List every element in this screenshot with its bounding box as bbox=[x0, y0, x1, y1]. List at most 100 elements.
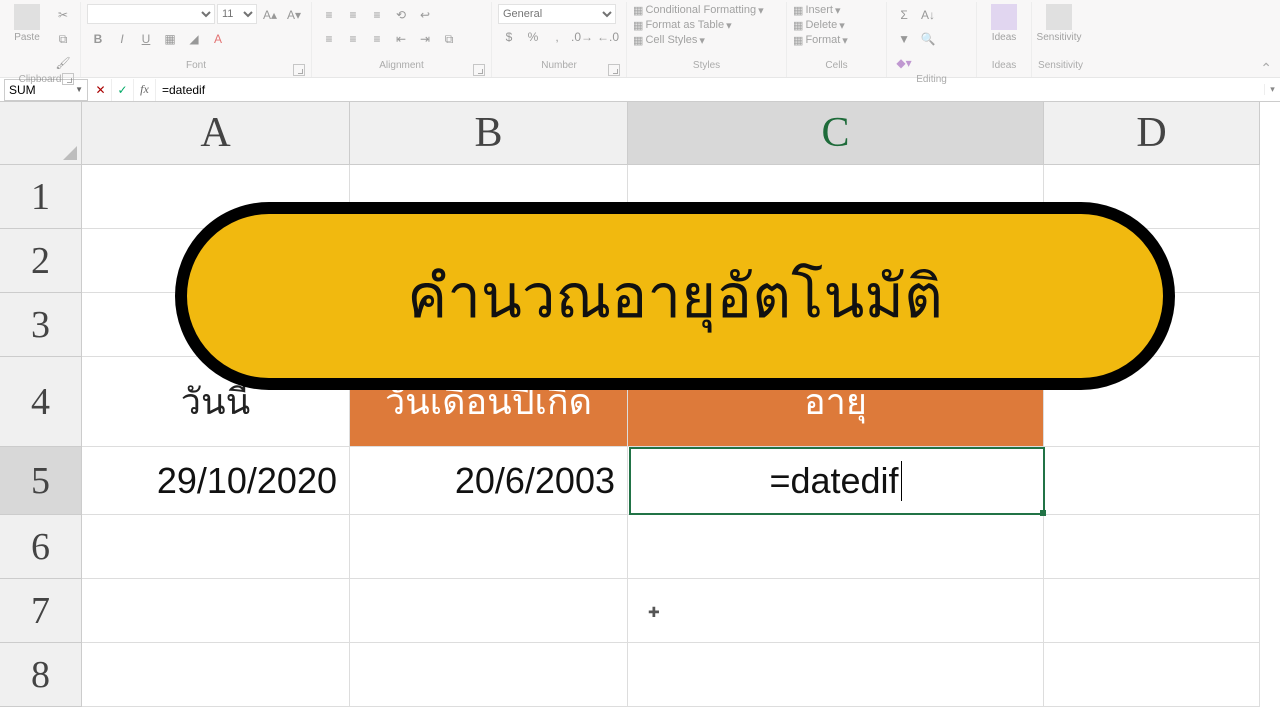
font-family-select[interactable] bbox=[87, 4, 215, 24]
clear-icon[interactable]: ◆▾ bbox=[893, 52, 915, 74]
cell-B8[interactable] bbox=[350, 643, 628, 707]
col-header-A[interactable]: A bbox=[82, 102, 350, 165]
cell-D5[interactable] bbox=[1044, 447, 1260, 515]
delete-button[interactable]: ▦ Delete ▾ bbox=[793, 19, 845, 32]
format-painter-icon[interactable]: 🖌 bbox=[52, 52, 74, 74]
dialog-launcher-icon[interactable] bbox=[608, 64, 620, 76]
cell-C8[interactable] bbox=[628, 643, 1044, 707]
cell-A7[interactable] bbox=[82, 579, 350, 643]
group-ideas: Ideas Ideas bbox=[977, 2, 1032, 77]
cell-C6[interactable] bbox=[628, 515, 1044, 579]
title-overlay-text: คำนวณอายุอัตโนมัติ bbox=[407, 249, 943, 344]
orientation-icon[interactable]: ⟲ bbox=[390, 4, 412, 26]
text-caret bbox=[901, 461, 902, 501]
cell-A8[interactable] bbox=[82, 643, 350, 707]
autosum-icon[interactable]: Σ bbox=[893, 4, 915, 26]
collapse-ribbon-icon[interactable]: ⌃ bbox=[1260, 60, 1272, 77]
cell-styles-button[interactable]: ▦ Cell Styles ▾ bbox=[633, 34, 705, 47]
group-sensitivity: Sensitivity Sensitivity bbox=[1032, 2, 1089, 77]
underline-button[interactable]: U bbox=[135, 28, 157, 50]
increase-decimal-icon[interactable]: .0→ bbox=[570, 26, 594, 48]
indent-increase-icon[interactable]: ⇥ bbox=[414, 28, 436, 50]
dialog-launcher-icon[interactable] bbox=[293, 64, 305, 76]
cell-A6[interactable] bbox=[82, 515, 350, 579]
format-button[interactable]: ▦ Format ▾ bbox=[793, 34, 848, 47]
decrease-font-icon[interactable]: A▾ bbox=[283, 4, 305, 26]
dialog-launcher-icon[interactable] bbox=[473, 64, 485, 76]
number-format-select[interactable]: General bbox=[498, 4, 616, 24]
comma-format-icon[interactable]: , bbox=[546, 26, 568, 48]
row-header-3[interactable]: 3 bbox=[0, 293, 82, 357]
align-bottom-icon[interactable]: ≡ bbox=[366, 4, 388, 26]
chevron-down-icon: ▼ bbox=[75, 85, 83, 94]
row-header-4[interactable]: 4 bbox=[0, 357, 82, 447]
align-left-icon[interactable]: ≡ bbox=[318, 28, 340, 50]
cell-B7[interactable] bbox=[350, 579, 628, 643]
bold-button[interactable]: B bbox=[87, 28, 109, 50]
cell-D8[interactable] bbox=[1044, 643, 1260, 707]
worksheet[interactable]: A B C D 1 2 3 4 5 6 7 8 bbox=[0, 102, 1280, 720]
wrap-text-icon[interactable]: ↩ bbox=[414, 4, 436, 26]
col-header-D[interactable]: D bbox=[1044, 102, 1260, 165]
expand-formula-bar-icon[interactable]: ▾ bbox=[1264, 84, 1280, 95]
increase-font-icon[interactable]: A▴ bbox=[259, 4, 281, 26]
cell-D6[interactable] bbox=[1044, 515, 1260, 579]
cell-B6[interactable] bbox=[350, 515, 628, 579]
fx-icon[interactable]: fx bbox=[134, 79, 156, 101]
align-top-icon[interactable]: ≡ bbox=[318, 4, 340, 26]
row-header-2[interactable]: 2 bbox=[0, 229, 82, 293]
sensitivity-button[interactable]: Sensitivity bbox=[1038, 4, 1080, 43]
group-number: General $ % , .0→ ←.0 Number bbox=[492, 2, 627, 77]
cell-B5[interactable]: 20/6/2003 bbox=[350, 447, 628, 515]
group-font: 11 A▴ A▾ B I U ▦ ◢ A Font bbox=[81, 2, 312, 77]
fill-color-button[interactable]: ◢ bbox=[183, 28, 205, 50]
insert-button[interactable]: ▦ Insert ▾ bbox=[793, 4, 840, 17]
find-select-icon[interactable]: 🔍 bbox=[917, 28, 939, 50]
cell-C7[interactable] bbox=[628, 579, 1044, 643]
format-as-table-button[interactable]: ▦ Format as Table ▾ bbox=[633, 19, 732, 32]
italic-button[interactable]: I bbox=[111, 28, 133, 50]
decrease-decimal-icon[interactable]: ←.0 bbox=[596, 26, 620, 48]
fill-icon[interactable]: ▼ bbox=[893, 28, 915, 50]
align-center-icon[interactable]: ≡ bbox=[342, 28, 364, 50]
cell-A5[interactable]: 29/10/2020 bbox=[82, 447, 350, 515]
font-color-button[interactable]: A bbox=[207, 28, 229, 50]
row-header-1[interactable]: 1 bbox=[0, 165, 82, 229]
copy-icon[interactable]: ⧉ bbox=[52, 28, 74, 50]
cell-C5-value: =datedif bbox=[769, 460, 898, 502]
accounting-format-icon[interactable]: $ bbox=[498, 26, 520, 48]
row-header-5[interactable]: 5 bbox=[0, 447, 82, 515]
ideas-button[interactable]: Ideas bbox=[983, 4, 1025, 43]
cancel-icon[interactable]: ✕ bbox=[90, 79, 112, 101]
cut-icon[interactable]: ✂ bbox=[52, 4, 74, 26]
row-header-8[interactable]: 8 bbox=[0, 643, 82, 707]
font-size-select[interactable]: 11 bbox=[217, 4, 257, 24]
cell-D7[interactable] bbox=[1044, 579, 1260, 643]
merge-center-icon[interactable]: ⧉ bbox=[438, 28, 460, 50]
percent-format-icon[interactable]: % bbox=[522, 26, 544, 48]
row-header-6[interactable]: 6 bbox=[0, 515, 82, 579]
formula-input[interactable]: =datedif bbox=[156, 83, 1264, 97]
conditional-formatting-button[interactable]: ▦ Conditional Formatting ▾ bbox=[633, 4, 764, 17]
select-all-corner[interactable] bbox=[0, 102, 82, 165]
col-header-C[interactable]: C bbox=[628, 102, 1044, 165]
row-headers: 1 2 3 4 5 6 7 8 bbox=[0, 165, 82, 707]
dialog-launcher-icon[interactable] bbox=[62, 73, 74, 85]
align-middle-icon[interactable]: ≡ bbox=[342, 4, 364, 26]
row-header-7[interactable]: 7 bbox=[0, 579, 82, 643]
col-header-B[interactable]: B bbox=[350, 102, 628, 165]
cell-C5[interactable]: =datedif bbox=[628, 447, 1044, 515]
cursor-icon: ✚ bbox=[648, 604, 660, 621]
group-editing: Σ A↓ ▼ 🔍 ◆▾ Editing bbox=[887, 2, 977, 77]
enter-icon[interactable]: ✓ bbox=[112, 79, 134, 101]
sort-filter-icon[interactable]: A↓ bbox=[917, 4, 939, 26]
indent-decrease-icon[interactable]: ⇤ bbox=[390, 28, 412, 50]
group-clipboard: Paste ✂ ⧉ 🖌 Clipboard bbox=[0, 2, 81, 77]
column-headers: A B C D bbox=[82, 102, 1260, 165]
group-styles: ▦ Conditional Formatting ▾ ▦ Format as T… bbox=[627, 2, 787, 77]
align-right-icon[interactable]: ≡ bbox=[366, 28, 388, 50]
paste-button[interactable]: Paste bbox=[6, 4, 48, 43]
border-button[interactable]: ▦ bbox=[159, 28, 181, 50]
formula-bar: SUM ▼ ✕ ✓ fx =datedif ▾ bbox=[0, 78, 1280, 102]
ribbon: Paste ✂ ⧉ 🖌 Clipboard 11 A▴ A▾ B I U ▦ bbox=[0, 0, 1280, 78]
